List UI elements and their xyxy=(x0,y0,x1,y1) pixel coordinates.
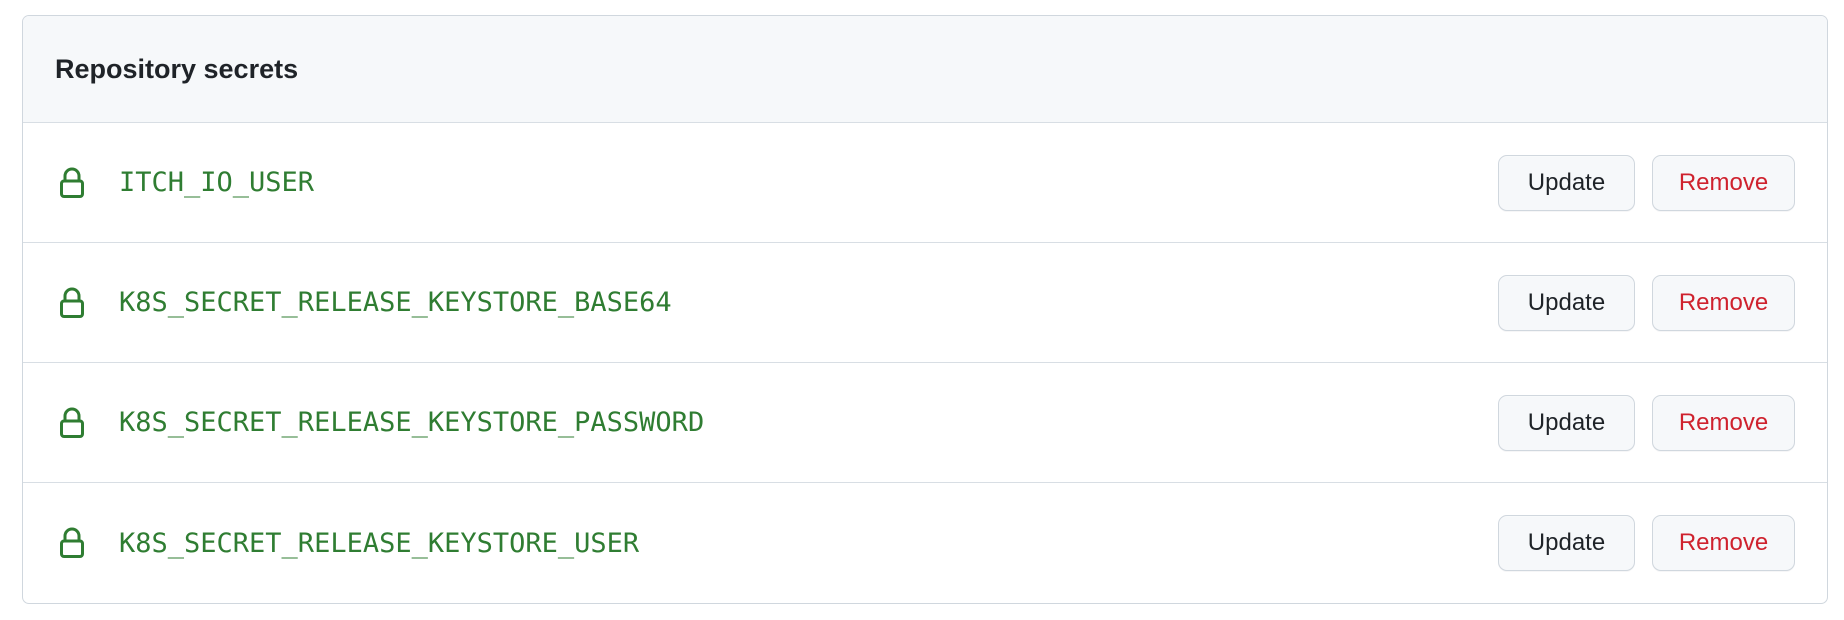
box-header: Repository secrets xyxy=(23,16,1827,123)
remove-button[interactable]: Remove xyxy=(1652,274,1795,331)
remove-button[interactable]: Remove xyxy=(1652,515,1795,571)
update-button[interactable]: Update xyxy=(1498,154,1635,211)
secret-actions: Update Remove xyxy=(1498,274,1795,331)
secret-row: K8S_SECRET_RELEASE_KEYSTORE_PASSWORD Upd… xyxy=(23,363,1827,483)
update-button[interactable]: Update xyxy=(1498,515,1635,571)
lock-icon xyxy=(57,166,87,200)
remove-button[interactable]: Remove xyxy=(1652,154,1795,211)
lock-icon xyxy=(57,406,87,440)
remove-button[interactable]: Remove xyxy=(1652,394,1795,451)
secret-name: K8S_SECRET_RELEASE_KEYSTORE_PASSWORD xyxy=(119,407,705,438)
secret-name: K8S_SECRET_RELEASE_KEYSTORE_USER xyxy=(119,527,640,559)
lock-icon xyxy=(57,526,87,560)
secret-name: K8S_SECRET_RELEASE_KEYSTORE_BASE64 xyxy=(119,287,672,318)
secret-row: K8S_SECRET_RELEASE_KEYSTORE_USER Update … xyxy=(23,483,1827,603)
secret-actions: Update Remove xyxy=(1498,154,1795,211)
repository-secrets-box: Repository secrets ITCH_IO_USER Update R… xyxy=(22,15,1828,604)
lock-icon xyxy=(57,286,87,320)
secret-row: ITCH_IO_USER Update Remove xyxy=(23,123,1827,243)
secret-actions: Update Remove xyxy=(1498,515,1795,571)
update-button[interactable]: Update xyxy=(1498,394,1635,451)
update-button[interactable]: Update xyxy=(1498,274,1635,331)
secret-actions: Update Remove xyxy=(1498,394,1795,451)
secret-name: ITCH_IO_USER xyxy=(119,167,315,198)
section-title: Repository secrets xyxy=(55,53,299,84)
secret-row: K8S_SECRET_RELEASE_KEYSTORE_BASE64 Updat… xyxy=(23,243,1827,363)
